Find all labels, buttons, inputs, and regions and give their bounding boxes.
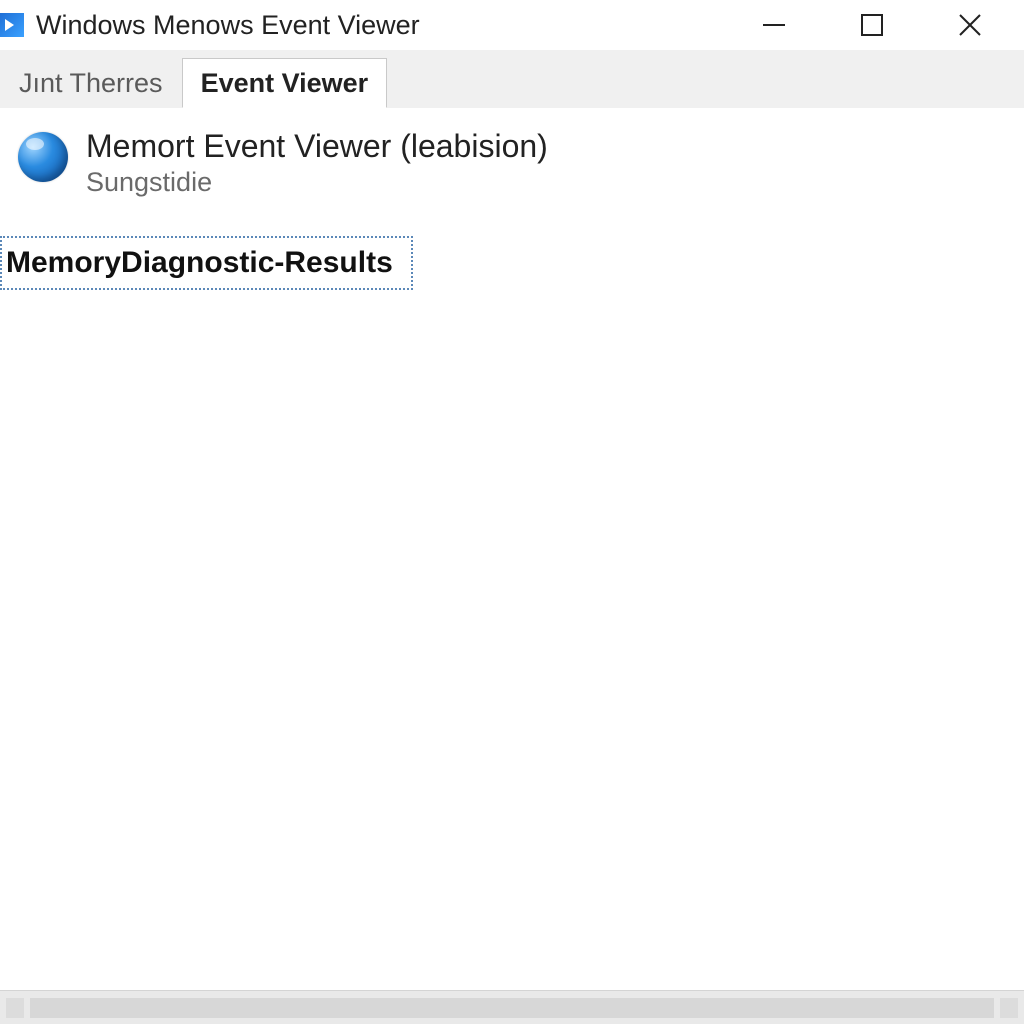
content-title: Memort Event Viewer (leabision) — [86, 128, 548, 165]
globe-icon — [18, 132, 68, 182]
maximize-button[interactable] — [852, 5, 892, 45]
statusbar — [0, 990, 1024, 1024]
tab-therres[interactable]: Jınt Therres — [0, 58, 182, 108]
minimize-icon — [760, 11, 788, 39]
minimize-button[interactable] — [754, 5, 794, 45]
tab-label: Event Viewer — [201, 68, 369, 99]
selected-log-label: MemoryDiagnostic-Results — [6, 246, 393, 279]
content-pane: Memort Event Viewer (leabision) Sungstid… — [0, 108, 1024, 990]
window-title: Windows Menows Event Viewer — [36, 10, 420, 41]
status-segment-main[interactable] — [30, 998, 994, 1018]
content-subtitle: Sungstidie — [86, 167, 548, 198]
maximize-icon — [859, 12, 885, 38]
window: Windows Menows Event Viewer Jınt Therres… — [0, 0, 1024, 1024]
status-segment-right[interactable] — [1000, 998, 1018, 1018]
selected-log-item[interactable]: MemoryDiagnostic-Results — [0, 236, 413, 290]
titlebar[interactable]: Windows Menows Event Viewer — [0, 0, 1024, 50]
tab-label: Jınt Therres — [19, 68, 163, 99]
content-header: Memort Event Viewer (leabision) Sungstid… — [14, 128, 1024, 198]
tabstrip: Jınt Therres Event Viewer — [0, 50, 1024, 108]
header-text: Memort Event Viewer (leabision) Sungstid… — [86, 128, 548, 198]
close-button[interactable] — [950, 5, 990, 45]
status-segment-left[interactable] — [6, 998, 24, 1018]
window-controls — [754, 5, 1024, 45]
tab-event-viewer[interactable]: Event Viewer — [182, 58, 388, 108]
close-icon — [956, 11, 984, 39]
app-icon — [0, 13, 24, 37]
